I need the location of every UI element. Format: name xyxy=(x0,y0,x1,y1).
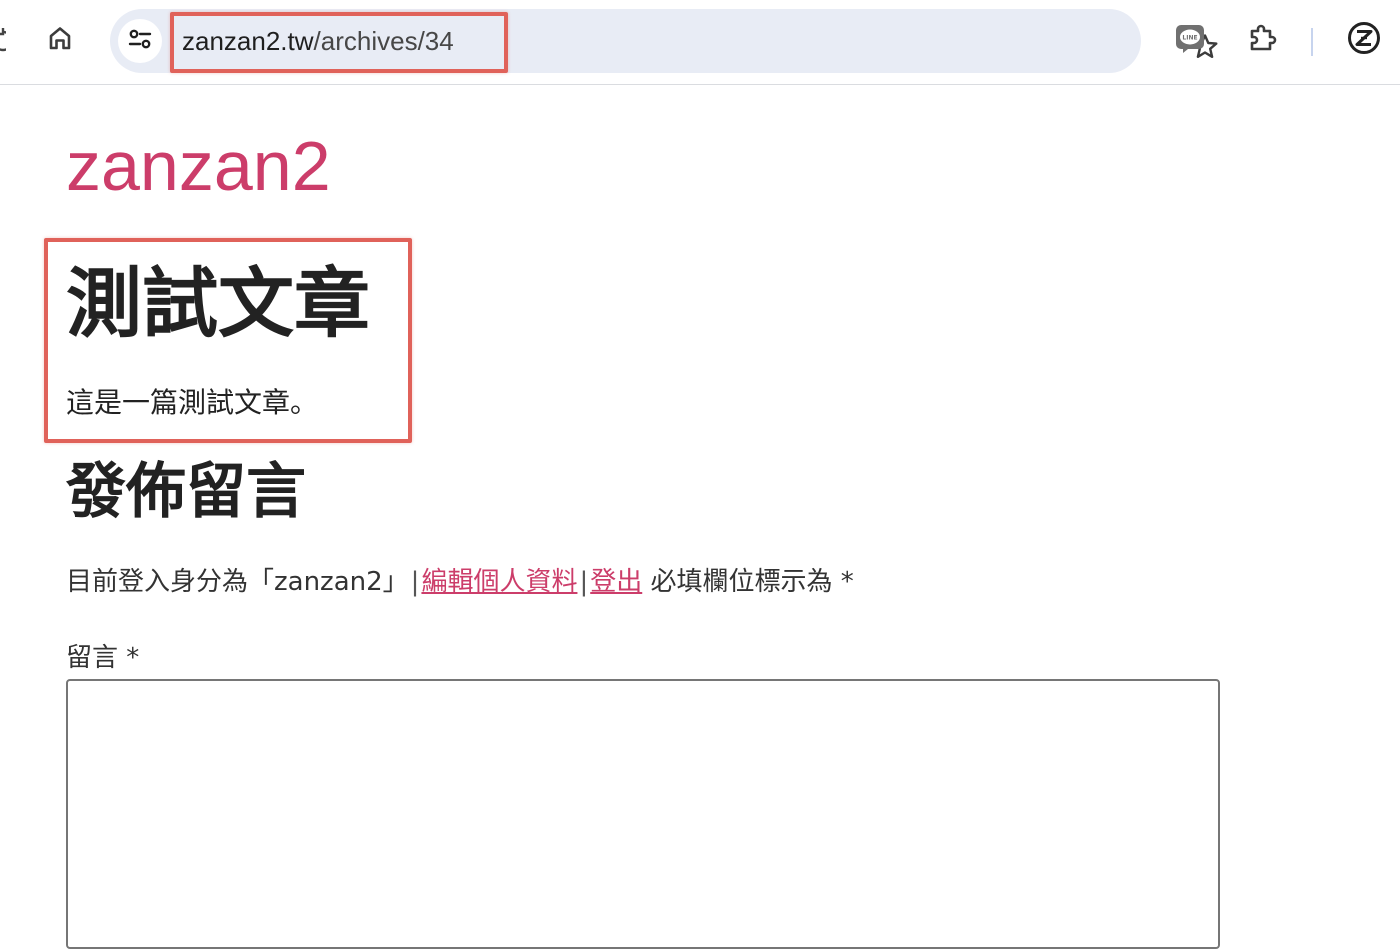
url-path: /archives/34 xyxy=(313,26,454,56)
line-extension-button[interactable]: LINE xyxy=(1170,20,1210,60)
comment-label: 留言 * xyxy=(66,643,140,673)
reload-icon[interactable] xyxy=(0,28,6,54)
logged-in-status: 目前登入身分為「zanzan2」|編輯個人資料|登出 必填欄位標示為 * xyxy=(66,562,854,602)
browser-toolbar: zanzan2.tw/archives/34 LINE xyxy=(0,0,1400,85)
edit-profile-link[interactable]: 編輯個人資料 xyxy=(421,567,577,597)
url-host: zanzan2.tw xyxy=(182,26,314,56)
profile-button[interactable] xyxy=(1344,20,1384,60)
site-info-button[interactable] xyxy=(118,19,162,63)
url-text[interactable]: zanzan2.tw/archives/34 xyxy=(182,25,454,57)
home-button[interactable] xyxy=(40,20,80,60)
logout-link[interactable]: 登出 xyxy=(590,567,642,597)
line-app-icon: LINE xyxy=(1174,22,1206,58)
separator: | xyxy=(410,567,420,597)
home-icon xyxy=(46,24,74,56)
post-body: 這是一篇測試文章。 xyxy=(66,386,319,419)
comment-textarea[interactable] xyxy=(66,679,1220,949)
logged-in-text: 目前登入身分為「zanzan2」 xyxy=(66,567,409,597)
profile-avatar-icon xyxy=(1347,21,1381,59)
extensions-button[interactable] xyxy=(1242,20,1282,60)
toolbar-divider xyxy=(1311,28,1313,56)
puzzle-icon xyxy=(1246,22,1278,58)
separator: | xyxy=(579,567,589,597)
post-title: 測試文章 xyxy=(66,259,370,348)
required-fields-note: 必填欄位標示為 * xyxy=(650,567,854,597)
tune-icon xyxy=(127,26,153,56)
line-badge-text: LINE xyxy=(1182,35,1197,42)
site-title-link[interactable]: zanzan2 xyxy=(66,124,331,208)
reply-title: 發佈留言 xyxy=(66,457,306,527)
address-bar[interactable]: zanzan2.tw/archives/34 xyxy=(110,9,1218,73)
